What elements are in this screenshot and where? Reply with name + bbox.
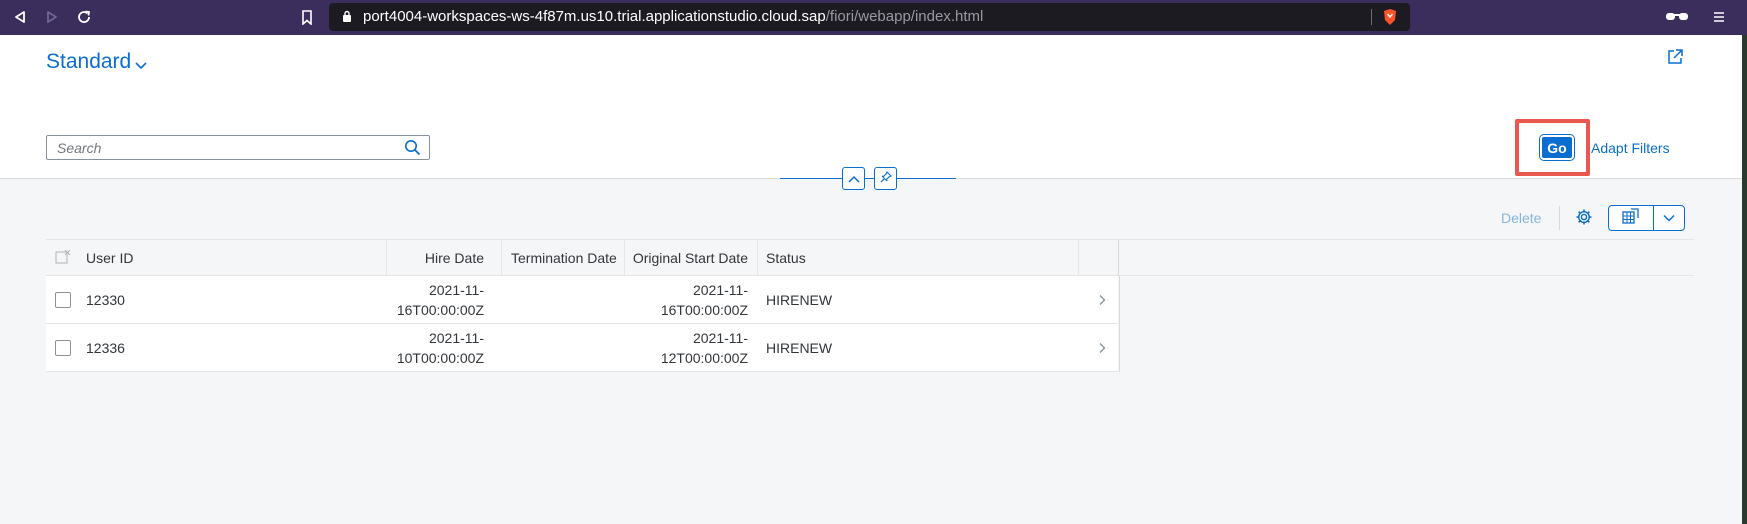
search-icon[interactable] bbox=[404, 139, 421, 161]
column-divider bbox=[757, 240, 758, 275]
window-edge bbox=[1742, 35, 1747, 524]
cell-status: HIRENEW bbox=[766, 291, 833, 308]
column-header-status[interactable]: Status bbox=[766, 240, 966, 275]
adapt-filters-button[interactable]: Adapt Filters bbox=[1591, 140, 1670, 156]
settings-button[interactable] bbox=[1572, 207, 1596, 231]
spreadsheet-export-icon bbox=[1622, 207, 1640, 229]
column-divider bbox=[501, 240, 502, 275]
export-button-group bbox=[1608, 205, 1685, 231]
hire-date-line-2: 10T00:00:00Z bbox=[396, 349, 484, 366]
lock-icon bbox=[342, 10, 352, 28]
original-start-line-2: 16T00:00:00Z bbox=[660, 301, 748, 318]
private-mode-icon[interactable] bbox=[1660, 6, 1694, 28]
brave-shield-icon[interactable] bbox=[1382, 8, 1398, 31]
original-start-line-1: 2021-11- bbox=[692, 329, 748, 346]
table-filler bbox=[1119, 276, 1694, 324]
column-divider bbox=[1118, 240, 1119, 275]
cell-hire-date: 2021-11- 16T00:00:00Z bbox=[386, 276, 492, 323]
table-row[interactable]: 12336 2021-11- 10T00:00:00Z 2021-11- 12T… bbox=[46, 324, 1694, 372]
variant-title[interactable]: Standard bbox=[46, 50, 131, 74]
data-table: User ID Hire Date Termination Date Origi… bbox=[46, 239, 1694, 372]
share-icon[interactable] bbox=[1666, 48, 1684, 71]
search-placeholder: Search bbox=[57, 140, 102, 156]
gear-icon bbox=[1575, 208, 1593, 231]
bookmark-icon[interactable] bbox=[295, 6, 319, 28]
original-start-line-1: 2021-11- bbox=[692, 281, 748, 298]
cell-termination-date bbox=[511, 276, 621, 323]
hire-date-line-1: 2021-11- bbox=[428, 329, 484, 346]
delete-button[interactable]: Delete bbox=[1501, 210, 1541, 226]
back-icon[interactable] bbox=[8, 6, 32, 28]
header-collapse-line bbox=[780, 178, 956, 179]
url-text: port4004-workspaces-ws-4f87m.us10.trial.… bbox=[363, 8, 984, 25]
reload-icon[interactable] bbox=[72, 6, 96, 28]
column-header-termination-date[interactable]: Termination Date bbox=[511, 240, 631, 275]
cell-status: HIRENEW bbox=[766, 339, 833, 356]
toolbar-separator bbox=[1559, 206, 1560, 230]
hire-date-line-1: 2021-11- bbox=[428, 281, 484, 298]
column-header-hire-date[interactable]: Hire Date bbox=[386, 240, 492, 275]
export-button[interactable] bbox=[1609, 206, 1654, 230]
export-menu-button[interactable] bbox=[1654, 206, 1684, 230]
chevron-up-icon bbox=[847, 170, 860, 188]
go-button[interactable]: Go bbox=[1539, 134, 1575, 161]
row-checkbox[interactable] bbox=[55, 340, 71, 356]
chevron-down-icon[interactable] bbox=[134, 57, 148, 75]
search-input[interactable]: Search bbox=[46, 135, 430, 160]
chevron-right-icon[interactable] bbox=[1098, 293, 1106, 311]
hire-date-line-2: 16T00:00:00Z bbox=[396, 301, 484, 318]
cell-termination-date bbox=[511, 324, 621, 371]
cell-original-start-date: 2021-11- 16T00:00:00Z bbox=[624, 276, 756, 323]
column-header-original-start-date[interactable]: Original Start Date bbox=[624, 240, 756, 275]
original-start-line-2: 12T00:00:00Z bbox=[660, 349, 748, 366]
table-filler bbox=[1119, 324, 1694, 372]
cell-original-start-date: 2021-11- 12T00:00:00Z bbox=[624, 324, 756, 371]
chevron-down-icon bbox=[1663, 209, 1675, 227]
cell-hire-date: 2021-11- 10T00:00:00Z bbox=[386, 324, 492, 371]
browser-toolbar: port4004-workspaces-ws-4f87m.us10.trial.… bbox=[0, 0, 1747, 35]
address-bar[interactable]: port4004-workspaces-ws-4f87m.us10.trial.… bbox=[329, 3, 1410, 31]
row-checkbox[interactable] bbox=[55, 292, 71, 308]
column-divider bbox=[1078, 240, 1079, 275]
collapse-header-button[interactable] bbox=[842, 167, 865, 190]
url-divider bbox=[1371, 9, 1372, 25]
chevron-right-icon[interactable] bbox=[1098, 341, 1106, 359]
menu-icon[interactable] bbox=[1707, 6, 1731, 28]
cell-user-id: 12330 bbox=[86, 291, 125, 308]
filter-header: Standard Search Go Adapt Filters bbox=[0, 35, 1742, 179]
cell-user-id: 12336 bbox=[86, 339, 125, 356]
table-header-row: User ID Hire Date Termination Date Origi… bbox=[46, 239, 1694, 276]
pin-icon bbox=[880, 170, 892, 188]
table-row[interactable]: 12330 2021-11- 16T00:00:00Z 2021-11- 16T… bbox=[46, 276, 1694, 324]
pin-header-button[interactable] bbox=[874, 167, 897, 190]
forward-icon[interactable] bbox=[40, 6, 64, 28]
select-all-icon[interactable] bbox=[55, 249, 71, 270]
column-header-user-id[interactable]: User ID bbox=[86, 240, 386, 275]
